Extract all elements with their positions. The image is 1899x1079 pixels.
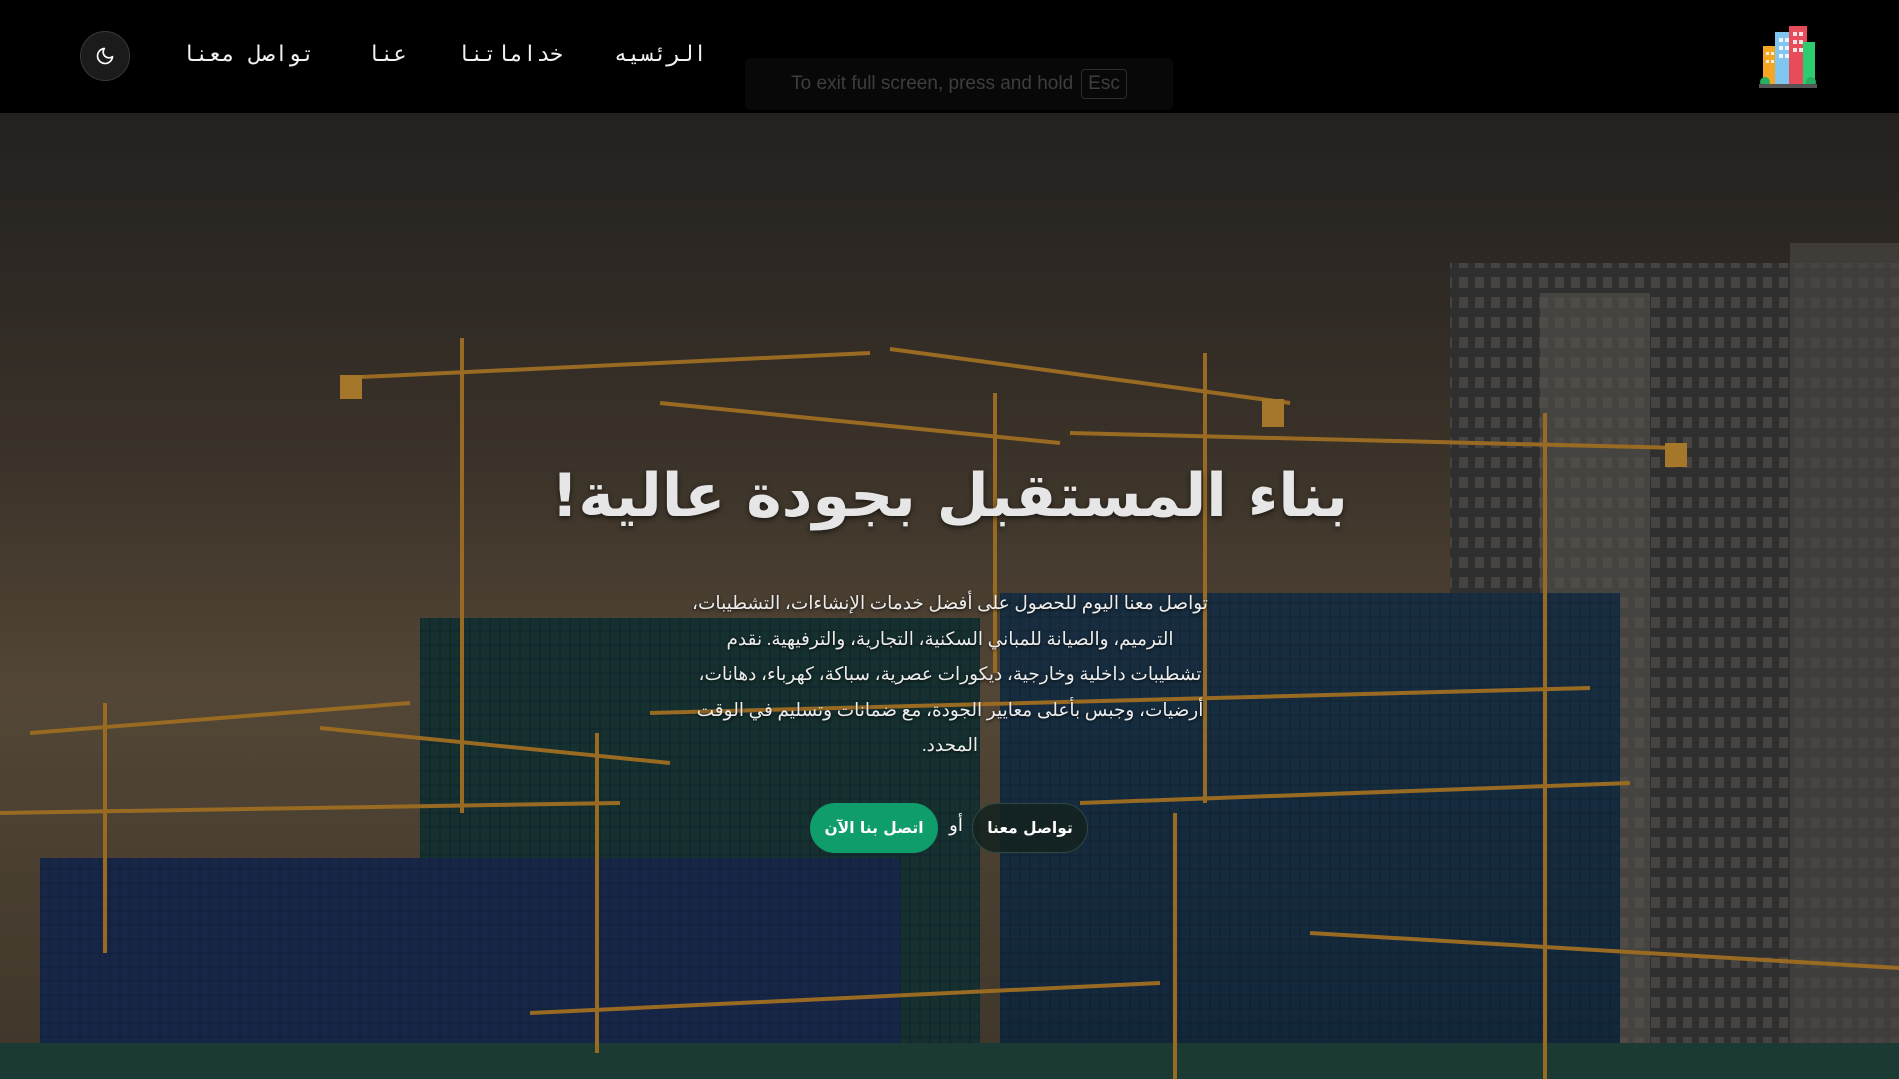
moon-icon	[96, 47, 114, 65]
navbar: الرئسيه خداماتنا عنا تواصل معنا To exit …	[0, 0, 1899, 113]
hero-section: بناء المستقبل بجودة عالية! تواصل معنا ال…	[0, 113, 1899, 1079]
nav-link-about[interactable]: عنا	[367, 42, 407, 67]
nav-link-home[interactable]: الرئسيه	[614, 42, 707, 67]
fullscreen-exit-hint: To exit full screen, press and hold Esc	[745, 58, 1173, 110]
hero-title: بناء المستقبل بجودة عالية!	[551, 461, 1348, 531]
fullscreen-hint-key: Esc	[1081, 69, 1127, 99]
nav-link-contact[interactable]: تواصل معنا	[182, 42, 314, 67]
nav-link-services[interactable]: خداماتنا	[457, 42, 563, 67]
hero-content: بناء المستقبل بجودة عالية! تواصل معنا ال…	[0, 113, 1899, 1079]
call-now-button[interactable]: اتصل بنا الآن	[810, 803, 938, 853]
fullscreen-hint-text: To exit full screen, press and hold	[791, 73, 1074, 94]
or-separator: أو	[949, 815, 963, 835]
theme-toggle-button[interactable]	[80, 31, 130, 81]
hero-description: تواصل معنا اليوم للحصول على أفضل خدمات ا…	[692, 594, 1208, 756]
contact-us-button[interactable]: تواصل معنا	[972, 803, 1088, 853]
